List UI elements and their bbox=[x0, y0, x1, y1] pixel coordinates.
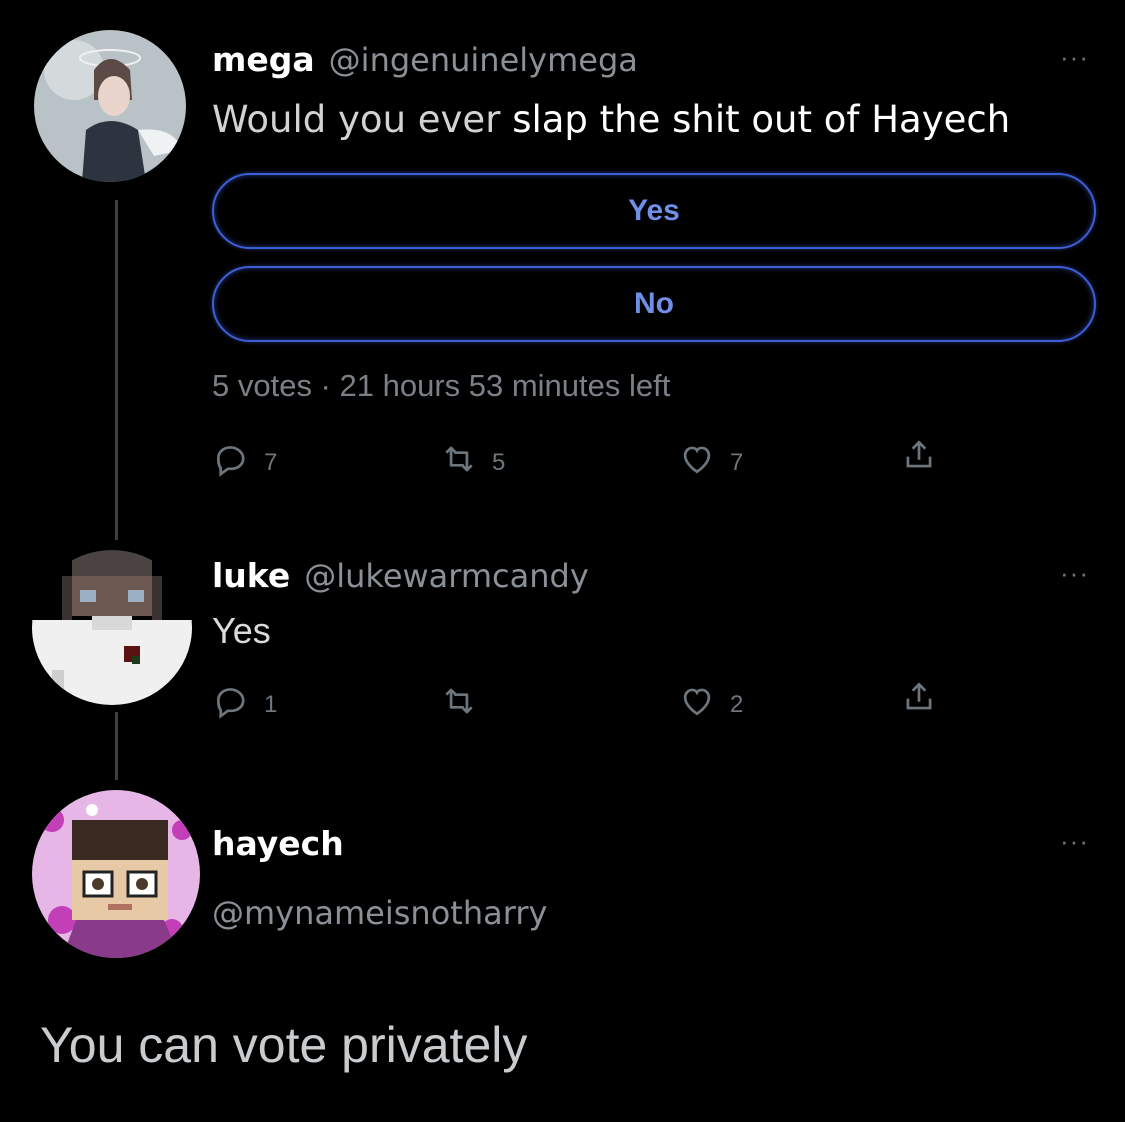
reply-count: 1 bbox=[264, 690, 278, 718]
user-handle[interactable]: @ingenuinelymega bbox=[329, 41, 638, 79]
retweet-button[interactable]: 5 bbox=[440, 440, 505, 485]
retweet-icon bbox=[440, 440, 478, 485]
like-icon bbox=[678, 440, 716, 485]
share-icon bbox=[900, 436, 938, 481]
more-icon[interactable]: ··· bbox=[1060, 42, 1089, 73]
share-icon bbox=[900, 678, 938, 723]
more-icon[interactable]: ··· bbox=[1060, 826, 1089, 857]
display-name[interactable]: hayech bbox=[212, 824, 344, 863]
reply-count: 7 bbox=[264, 448, 278, 476]
avatar-luke[interactable] bbox=[32, 550, 192, 705]
reply-button[interactable]: 1 bbox=[212, 682, 277, 727]
like-button[interactable]: 7 bbox=[678, 440, 743, 485]
display-name[interactable]: luke bbox=[212, 556, 290, 595]
more-icon[interactable]: ··· bbox=[1060, 558, 1089, 589]
retweet-button[interactable] bbox=[440, 682, 492, 727]
display-name[interactable]: mega bbox=[212, 40, 315, 79]
thread-line bbox=[115, 200, 118, 540]
tweet-text: Would you ever slap the shit out of Haye… bbox=[212, 98, 1010, 141]
tweet-text-emph: slap the shit out of Hayech bbox=[512, 98, 1011, 141]
poll-meta: 5 votes · 21 hours 53 minutes left bbox=[212, 368, 671, 403]
like-icon bbox=[678, 682, 716, 727]
like-count: 7 bbox=[730, 448, 744, 476]
tweet-text: You can vote privately bbox=[40, 1017, 528, 1073]
share-button[interactable] bbox=[900, 436, 938, 481]
reply-icon bbox=[212, 682, 250, 727]
poll-option-no[interactable]: No bbox=[212, 266, 1096, 342]
reply-button[interactable]: 7 bbox=[212, 440, 277, 485]
avatar-mega[interactable] bbox=[34, 30, 186, 182]
reply-icon bbox=[212, 440, 250, 485]
tweet-text: Yes bbox=[212, 610, 271, 651]
like-button[interactable]: 2 bbox=[678, 682, 743, 727]
tweet-text-plain: Would you ever bbox=[212, 98, 501, 141]
thread-line bbox=[115, 712, 118, 780]
user-handle[interactable]: @lukewarmcandy bbox=[304, 557, 589, 595]
retweet-icon bbox=[440, 682, 478, 727]
avatar-hayech[interactable] bbox=[32, 790, 200, 958]
retweet-count: 5 bbox=[492, 448, 506, 476]
poll-option-yes[interactable]: Yes bbox=[212, 173, 1096, 249]
like-count: 2 bbox=[730, 690, 744, 718]
share-button[interactable] bbox=[900, 678, 938, 723]
user-handle[interactable]: @mynameisnotharry bbox=[212, 894, 547, 932]
